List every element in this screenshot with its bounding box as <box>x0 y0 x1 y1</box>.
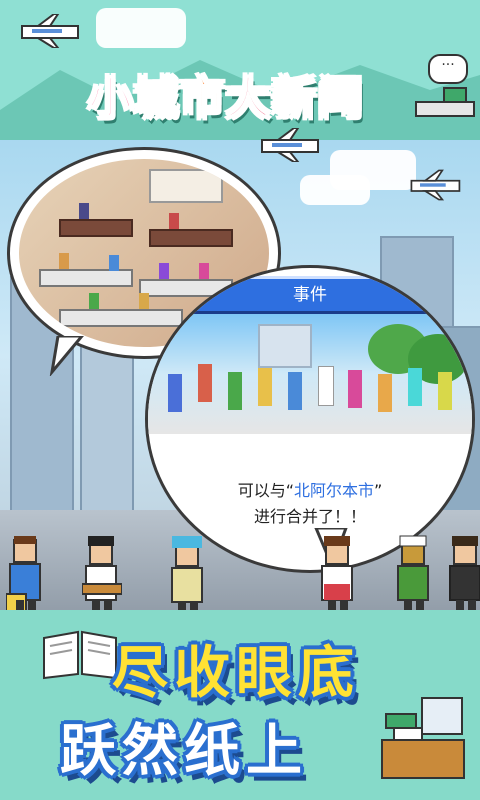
title-char: 市 <box>179 72 226 125</box>
character-sprite <box>6 536 41 618</box>
message-suffix: ” <box>374 481 383 500</box>
game-title: 小城市大新闻 <box>87 62 418 126</box>
character-sprite <box>82 536 122 618</box>
cloud <box>96 8 186 48</box>
character-sprite <box>171 536 203 618</box>
character-sprite <box>321 536 353 618</box>
title-char: 新 <box>271 72 318 125</box>
bubble-tail <box>49 336 84 376</box>
event-message-line1: 可以与“北阿尔本市” <box>148 478 472 504</box>
character-sprite <box>397 535 429 618</box>
title-char: 大 <box>225 72 272 125</box>
title-char: 城 <box>133 72 180 125</box>
speech-bubble-icon: ··· <box>428 54 468 84</box>
event-scene <box>148 314 472 434</box>
airplane-icon <box>258 127 328 163</box>
slogan-line-2: 跃然纸上 <box>60 719 308 784</box>
slogan-line-1: 尽收眼底 <box>112 641 360 706</box>
airplane-icon <box>408 168 468 202</box>
desk-icon <box>415 87 475 117</box>
title-char: 闻 <box>317 72 364 125</box>
airplane-icon <box>18 13 88 49</box>
book-icon <box>43 630 117 680</box>
event-header: 事件 <box>148 276 472 314</box>
character-sprite <box>449 536 480 618</box>
title-char: 小 <box>87 72 134 125</box>
office-desk-icon <box>381 697 465 779</box>
message-prefix: 可以与“ <box>237 481 294 500</box>
city-name-highlight: 北阿尔本市 <box>293 481 374 500</box>
cloud <box>300 175 370 205</box>
characters-row <box>0 520 480 620</box>
